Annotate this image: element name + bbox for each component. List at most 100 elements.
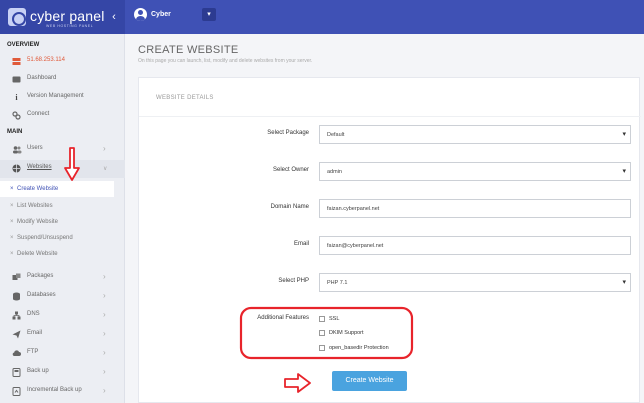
sidebar-item-ip[interactable]: 51.68.253.114 <box>0 53 125 70</box>
form-row-owner: Select Owner admin ▾ <box>139 162 641 182</box>
sidebar-item-label: Incremental Back up <box>27 387 82 393</box>
chevron-right-icon: › <box>103 272 106 281</box>
logo-area[interactable]: cyber panel WEB HOSTING PANEL ‹ <box>0 0 125 34</box>
chevron-right-icon: › <box>103 144 106 153</box>
form-row-package: Select Package Default ▾ <box>139 125 641 145</box>
create-website-button[interactable]: Create Website <box>332 371 407 391</box>
sidebar-subitem-delete-website[interactable]: × Delete Website <box>0 246 114 262</box>
logo-text: cyber panel <box>30 8 105 24</box>
caret-down-icon: ▾ <box>622 131 626 138</box>
openbasedir-checkbox[interactable] <box>319 345 325 351</box>
sidebar-item-label: DNS <box>27 311 40 317</box>
sidebar-item-label: FTP <box>27 349 39 355</box>
page-description: On this page you can launch, list, modif… <box>138 58 313 64</box>
bullet-icon: × <box>10 203 14 209</box>
sidebar-subitem-label: List Websites <box>17 203 53 209</box>
sidebar-heading-main: MAIN <box>7 129 23 135</box>
sidebar-item-backup[interactable]: Back up › <box>0 364 125 381</box>
sidebar-item-websites[interactable]: Websites ∨ <box>0 160 125 178</box>
user-name[interactable]: Cyber <box>151 11 171 18</box>
sidebar-item-label: Websites <box>27 164 52 170</box>
sidebar-subitem-label: Modify Website <box>17 219 58 225</box>
server-icon <box>12 57 21 66</box>
top-bar: cyber panel WEB HOSTING PANEL ‹ Cyber ▾ <box>0 0 644 34</box>
sidebar-subitem-label: Delete Website <box>17 251 58 257</box>
sidebar-item-label: Packages <box>27 273 54 279</box>
bullet-icon: × <box>10 186 14 192</box>
sidebar-item-email[interactable]: Email › <box>0 326 125 343</box>
package-select-value: Default <box>327 132 345 138</box>
main-content: CREATE WEBSITE On this page you can laun… <box>125 34 644 403</box>
sidebar-item-label: Users <box>27 145 43 151</box>
sidebar-item-databases[interactable]: Databases › <box>0 288 125 305</box>
chevron-right-icon: › <box>103 329 106 338</box>
ssl-checkbox[interactable] <box>319 316 325 322</box>
sidebar-item-ftp[interactable]: FTP › <box>0 345 125 362</box>
chevron-right-icon: › <box>103 291 106 300</box>
sidebar-item-version-management[interactable]: i Version Management <box>0 89 125 106</box>
form-row-php: Select PHP PHP 7.1 ▾ <box>139 273 641 293</box>
sidebar-item-incremental-backup[interactable]: Incremental Back up › <box>0 383 125 400</box>
bullet-icon: × <box>10 235 14 241</box>
chevron-right-icon: › <box>103 386 106 395</box>
php-select[interactable]: PHP 7.1 ▾ <box>319 273 631 292</box>
packages-icon <box>12 273 21 282</box>
owner-select-value: admin <box>327 169 342 175</box>
caret-down-icon: ▾ <box>622 168 626 175</box>
chevron-down-icon: ∨ <box>103 166 108 172</box>
domain-name-input[interactable]: faizan.cyberpanel.net <box>319 199 631 218</box>
sidebar-subitem-suspend-unsuspend[interactable]: × Suspend/Unsuspend <box>0 230 114 246</box>
sidebar-item-label: Connect <box>27 111 50 117</box>
form-row-domain: Domain Name faizan.cyberpanel.net <box>139 199 641 219</box>
sidebar-item-label: Back up <box>27 368 49 374</box>
users-icon <box>12 145 22 154</box>
sidebar-item-dashboard[interactable]: Dashboard <box>0 71 125 88</box>
chevron-right-icon: › <box>103 367 106 376</box>
user-avatar-icon[interactable] <box>134 8 147 21</box>
sidebar-subitem-create-website[interactable]: × Create Website <box>0 181 114 197</box>
sidebar-item-dns[interactable]: DNS › <box>0 307 125 324</box>
sidebar-collapse-button[interactable]: ‹ <box>108 10 120 24</box>
email-icon <box>12 330 21 339</box>
bullet-icon: × <box>10 251 14 257</box>
ssl-checkbox-label: SSL <box>329 316 340 322</box>
php-select-value: PHP 7.1 <box>327 280 348 286</box>
page-title: CREATE WEBSITE <box>138 44 239 56</box>
card-title: WEBSITE DETAILS <box>156 95 214 101</box>
link-icon <box>12 111 21 120</box>
bullet-icon: × <box>10 219 14 225</box>
caret-down-icon: ▾ <box>622 279 626 286</box>
sidebar-ip-label: 51.68.253.114 <box>27 57 65 63</box>
ftp-icon <box>12 349 21 358</box>
website-details-card: WEBSITE DETAILS Select Package Default ▾… <box>138 77 641 403</box>
sidebar-heading-overview: OVERVIEW <box>7 42 40 48</box>
email-value: faizan@cyberpanel.net <box>327 243 384 249</box>
sidebar-item-label: Databases <box>27 292 56 298</box>
sidebar-subitem-list-websites[interactable]: × List Websites <box>0 198 114 214</box>
owner-select[interactable]: admin ▾ <box>319 162 631 181</box>
chevron-right-icon: › <box>103 310 106 319</box>
sidebar-item-label: Email <box>27 330 43 336</box>
dkim-checkbox-label: DKIM Support <box>329 330 364 336</box>
sidebar-item-label: Version Management <box>27 93 84 99</box>
sidebar-item-packages[interactable]: Packages › <box>0 269 125 286</box>
logo-subtitle: WEB HOSTING PANEL <box>46 24 94 28</box>
info-icon: i <box>15 93 18 102</box>
database-icon <box>12 292 21 301</box>
dkim-checkbox[interactable] <box>319 330 325 336</box>
email-input[interactable]: faizan@cyberpanel.net <box>319 236 631 255</box>
sidebar-subitem-modify-website[interactable]: × Modify Website <box>0 214 114 230</box>
dns-icon <box>12 311 21 320</box>
form-row-email: Email faizan@cyberpanel.net <box>139 236 641 256</box>
sidebar-item-users[interactable]: Users › <box>0 141 125 158</box>
backup-icon <box>12 368 21 377</box>
domain-name-value: faizan.cyberpanel.net <box>327 206 380 212</box>
user-menu-dropdown-button[interactable]: ▾ <box>202 8 216 21</box>
divider <box>139 116 641 117</box>
domain-label: Domain Name <box>270 204 309 210</box>
php-label: Select PHP <box>278 278 309 284</box>
sidebar-item-connect[interactable]: Connect <box>0 107 125 124</box>
package-select[interactable]: Default ▾ <box>319 125 631 144</box>
openbasedir-checkbox-label: open_basedir Protection <box>329 345 389 351</box>
sidebar-subitem-label: Create Website <box>17 186 59 192</box>
